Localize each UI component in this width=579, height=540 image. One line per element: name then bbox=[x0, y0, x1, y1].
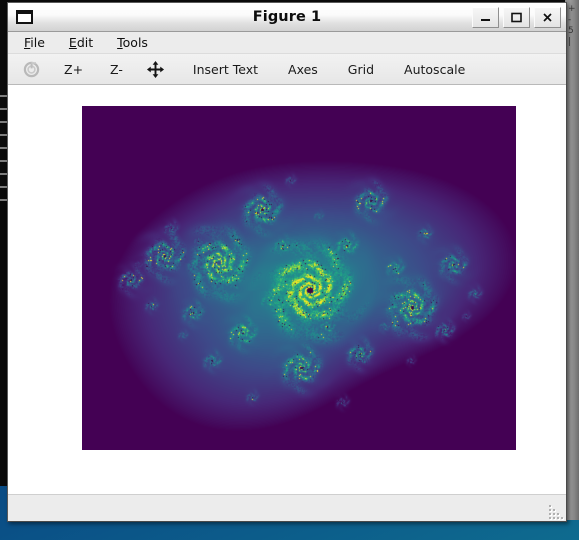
fractal-canvas[interactable] bbox=[82, 106, 516, 450]
menu-edit-mnemonic: E bbox=[68, 35, 77, 50]
grid-button[interactable]: Grid bbox=[344, 60, 378, 79]
insert-text-button[interactable]: Insert Text bbox=[189, 60, 262, 79]
zoom-in-button[interactable]: Z+ bbox=[60, 60, 87, 79]
menu-edit-rest: dit bbox=[76, 35, 94, 50]
menubar: File Edit Tools bbox=[8, 32, 566, 54]
background-window-right-panel: + -5 | bbox=[565, 0, 579, 520]
background-window-glyphs: + -5 | bbox=[568, 4, 576, 47]
menu-item-tools[interactable]: Tools bbox=[114, 34, 151, 51]
figure-canvas-area[interactable] bbox=[8, 85, 566, 494]
fractal-plot[interactable] bbox=[82, 106, 516, 450]
menu-item-file[interactable]: File bbox=[21, 34, 48, 51]
figure-window: Figure 1 File Edit Tools Z+ Z- Insert Te… bbox=[7, 2, 567, 522]
menu-item-edit[interactable]: Edit bbox=[66, 34, 96, 51]
pan-move-icon[interactable] bbox=[146, 60, 165, 79]
menu-tools-rest: ools bbox=[122, 35, 148, 50]
window-controls bbox=[472, 6, 561, 28]
reset-view-icon[interactable] bbox=[22, 60, 41, 79]
window-titlebar[interactable]: Figure 1 bbox=[8, 3, 566, 32]
statusbar bbox=[8, 494, 566, 521]
autoscale-button[interactable]: Autoscale bbox=[400, 60, 469, 79]
zoom-out-button[interactable]: Z- bbox=[106, 60, 127, 79]
maximize-button[interactable] bbox=[503, 6, 530, 28]
window-icon bbox=[16, 10, 33, 24]
toolbar: Z+ Z- Insert Text Axes Grid Autoscale bbox=[8, 54, 566, 85]
resize-grip[interactable] bbox=[549, 505, 563, 519]
minimize-button[interactable] bbox=[472, 6, 499, 28]
axes-button[interactable]: Axes bbox=[284, 60, 322, 79]
menu-file-rest: ile bbox=[30, 35, 45, 50]
desktop-background: + -5 | Figure 1 File Edit Tools Z+ Z- In… bbox=[0, 0, 579, 540]
close-button[interactable] bbox=[534, 6, 561, 28]
